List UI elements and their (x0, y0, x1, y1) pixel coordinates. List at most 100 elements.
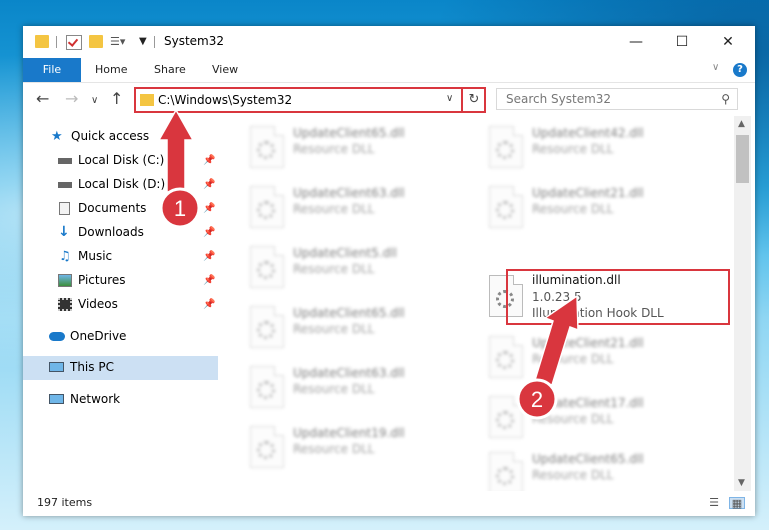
file-description: Resource DLL (293, 262, 375, 276)
file-description: Resource DLL (293, 442, 375, 456)
refresh-button[interactable]: ↻ (461, 89, 485, 111)
pin-icon[interactable]: 📌 (203, 299, 215, 310)
file-item[interactable]: UpdateClient63.dll Resource DLL (242, 360, 462, 418)
address-bar[interactable]: C:\Windows\System32 ∨ ↻ (134, 87, 486, 113)
navigation-pane: ★ Quick access Local Disk (C:) 📌 Local D… (23, 116, 218, 491)
chevron-down-icon[interactable]: ∨ (446, 93, 453, 104)
sidebar-item-network[interactable]: Network (23, 388, 218, 412)
scroll-up-icon[interactable]: ▲ (738, 119, 745, 129)
file-item[interactable]: UpdateClient63.dll Resource DLL (242, 180, 462, 238)
back-button[interactable]: ← (36, 91, 49, 107)
gear-icon (257, 261, 275, 279)
search-icon[interactable]: ⚲ (721, 92, 730, 106)
customize-toolbar-icon[interactable]: ☰▾ (110, 35, 125, 48)
sidebar-item-pictures[interactable]: Pictures 📌 (23, 269, 218, 293)
file-item[interactable]: UpdateClient65.dll Resource DLL (242, 120, 462, 178)
close-button[interactable]: ✕ (705, 26, 751, 58)
pin-icon[interactable]: 📌 (203, 251, 215, 262)
gear-icon (496, 201, 514, 219)
pin-icon[interactable]: 📌 (203, 275, 215, 286)
scrollbar-thumb[interactable] (736, 135, 749, 183)
new-folder-icon[interactable] (89, 35, 103, 48)
tab-home[interactable]: Home (95, 58, 127, 82)
sidebar-item-quick-access[interactable]: ★ Quick access (23, 125, 218, 149)
file-description: Resource DLL (532, 412, 614, 426)
ribbon: File Home Share View ∨ ? (23, 58, 755, 82)
pin-icon[interactable]: 📌 (203, 227, 215, 238)
sidebar-item-local-disk-c[interactable]: Local Disk (C:) 📌 (23, 149, 218, 173)
pin-icon[interactable]: 📌 (203, 179, 215, 190)
file-name: UpdateClient21.dll (532, 336, 644, 350)
file-item[interactable]: UpdateClient42.dll Resource DLL (481, 120, 701, 178)
music-icon: ♫ (59, 249, 71, 264)
up-button[interactable]: ↑ (110, 91, 123, 107)
maximize-button[interactable]: ☐ (659, 26, 705, 58)
sidebar-item-label: Downloads (78, 225, 144, 239)
star-icon: ★ (51, 129, 63, 144)
dll-file-icon (250, 246, 284, 288)
dll-file-icon (250, 126, 284, 168)
videos-icon (58, 298, 72, 311)
window-title: System32 (164, 34, 225, 48)
file-description: Resource DLL (532, 142, 614, 156)
sidebar-item-music[interactable]: ♫ Music 📌 (23, 245, 218, 269)
file-item[interactable]: UpdateClient19.dll Resource DLL (242, 420, 462, 478)
sidebar-item-downloads[interactable]: ↓ Downloads 📌 (23, 221, 218, 245)
tab-file[interactable]: File (23, 58, 81, 82)
sidebar-item-label: Music (78, 249, 113, 263)
details-view-icon[interactable]: ☰ (706, 497, 722, 509)
file-name: UpdateClient5.dll (293, 246, 397, 260)
dll-file-icon (489, 452, 523, 491)
chevron-down-icon[interactable]: ▼ (139, 35, 153, 48)
file-name: UpdateClient65.dll (293, 306, 405, 320)
file-item[interactable]: UpdateClient17.dll Resource DLL (481, 390, 701, 448)
tab-view[interactable]: View (212, 58, 238, 82)
forward-button[interactable]: → (65, 91, 78, 107)
vertical-scrollbar[interactable]: ▲ ▼ (734, 116, 751, 491)
highlight-box (506, 269, 730, 325)
file-name: UpdateClient19.dll (293, 426, 405, 440)
sidebar-item-documents[interactable]: Documents 📌 (23, 197, 218, 221)
explorer-window: ☰▾ ▼ System32 — ☐ ✕ File Home Share View… (23, 26, 755, 516)
divider (56, 36, 57, 48)
dll-file-icon (250, 366, 284, 408)
sidebar-item-label: Local Disk (D:) (78, 177, 166, 191)
search-input[interactable]: Search System32 (506, 92, 611, 106)
file-item[interactable]: UpdateClient21.dll Resource DLL (481, 180, 701, 238)
properties-icon[interactable] (66, 35, 82, 50)
sidebar-item-local-disk-d[interactable]: Local Disk (D:) 📌 (23, 173, 218, 197)
file-description: Resource DLL (293, 322, 375, 336)
recent-locations-button[interactable]: ∨ (91, 93, 98, 109)
file-description: Resource DLL (532, 352, 614, 366)
pin-icon[interactable]: 📌 (203, 155, 215, 166)
cloud-icon (49, 332, 65, 341)
tab-share[interactable]: Share (154, 58, 186, 82)
gear-icon (257, 141, 275, 159)
file-name: UpdateClient17.dll (532, 396, 644, 410)
sidebar-item-onedrive[interactable]: OneDrive (23, 325, 218, 349)
file-item[interactable]: UpdateClient65.dll Resource DLL (481, 446, 701, 491)
minimize-button[interactable]: — (613, 26, 659, 58)
file-name: UpdateClient21.dll (532, 186, 644, 200)
file-item[interactable]: UpdateClient65.dll Resource DLL (242, 300, 462, 358)
gear-icon (257, 441, 275, 459)
dll-file-icon (489, 126, 523, 168)
expand-ribbon-icon[interactable]: ∨ (712, 62, 719, 73)
computer-icon (49, 362, 64, 372)
sidebar-item-label: Local Disk (C:) (78, 153, 165, 167)
pictures-icon (58, 274, 72, 287)
sidebar-item-this-pc[interactable]: This PC (23, 356, 218, 380)
large-icons-view-icon[interactable]: ▦ (729, 497, 745, 510)
pin-icon[interactable]: 📌 (203, 203, 215, 214)
address-text[interactable]: C:\Windows\System32 (158, 93, 292, 107)
file-list: UpdateClient65.dll Resource DLL UpdateCl… (242, 116, 734, 491)
scroll-down-icon[interactable]: ▼ (738, 478, 745, 488)
file-item[interactable]: UpdateClient21.dll Resource DLL (481, 330, 701, 388)
sidebar-item-videos[interactable]: Videos 📌 (23, 293, 218, 317)
file-name: UpdateClient63.dll (293, 366, 405, 380)
file-item[interactable]: UpdateClient5.dll Resource DLL (242, 240, 462, 298)
search-box[interactable]: Search System32 ⚲ (496, 88, 738, 110)
divider (154, 36, 155, 48)
sidebar-item-label: Network (70, 392, 121, 406)
help-icon[interactable]: ? (733, 63, 747, 77)
